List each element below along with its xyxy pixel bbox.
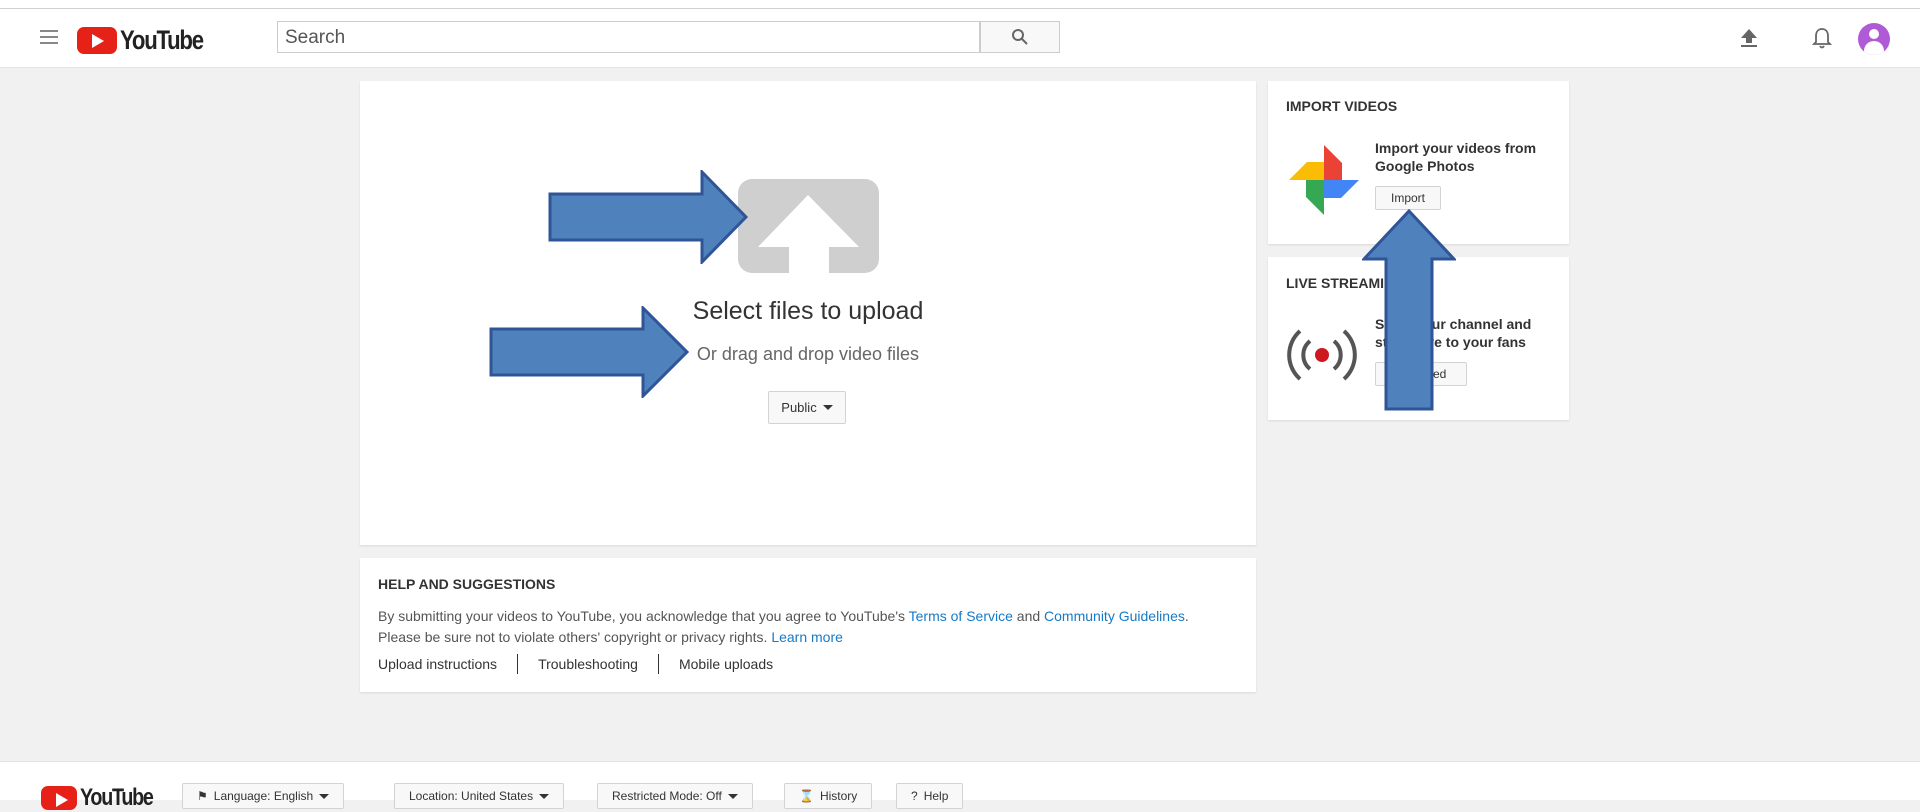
restricted-mode-label: Restricted Mode: Off <box>612 789 722 803</box>
live-broadcast-icon <box>1287 329 1357 381</box>
youtube-logo[interactable]: YouTube <box>77 25 221 56</box>
youtube-play-icon <box>77 27 117 54</box>
help-button[interactable]: ? Help <box>896 783 964 809</box>
annotation-arrow <box>489 306 690 398</box>
history-label: History <box>819 789 858 803</box>
help-label: Help <box>923 789 949 803</box>
help-text-part: and <box>1012 608 1045 624</box>
chevron-down-icon <box>727 793 738 799</box>
top-header: YouTube Search <box>0 9 1920 68</box>
footer: YouTube ⚑ Language: English Location: Un… <box>0 761 1920 811</box>
help-text-part: . <box>1184 608 1189 624</box>
upload-icon[interactable] <box>1734 23 1764 53</box>
help-text: By submitting your videos to YouTube, yo… <box>378 606 1238 648</box>
window-top-border <box>0 0 1920 9</box>
terms-of-service-link[interactable]: Terms of Service <box>909 608 1013 624</box>
troubleshooting-link[interactable]: Troubleshooting <box>538 656 638 672</box>
divider <box>657 654 659 674</box>
logo-text: YouTube <box>120 25 204 55</box>
privacy-dropdown[interactable]: Public <box>768 391 846 424</box>
location-button[interactable]: Location: United States <box>394 783 565 809</box>
hourglass-icon: ⌛ <box>799 789 814 803</box>
annotation-arrow <box>1362 209 1456 411</box>
upload-arrow-icon[interactable] <box>738 179 879 273</box>
upload-instructions-link[interactable]: Upload instructions <box>378 656 497 672</box>
search-icon <box>1012 29 1028 45</box>
import-description: Import your videos from Google Photos <box>1375 140 1537 174</box>
privacy-label: Public <box>781 400 817 415</box>
learn-more-link[interactable]: Learn more <box>771 629 843 645</box>
history-button[interactable]: ⌛ History <box>784 783 873 809</box>
language-button[interactable]: ⚑ Language: English <box>182 783 345 809</box>
footer-logo-text: YouTube <box>80 784 154 811</box>
language-label: Language: English <box>213 789 314 803</box>
footer-logo[interactable]: YouTube <box>41 784 169 812</box>
chevron-down-icon <box>822 405 833 410</box>
search-input[interactable]: Search <box>277 21 980 53</box>
help-links: Upload instructions Troubleshooting Mobi… <box>378 654 773 674</box>
help-text-part: By submitting your videos to YouTube, yo… <box>378 608 909 624</box>
bell-icon[interactable] <box>1807 23 1837 53</box>
language-icon: ⚑ <box>197 789 208 803</box>
avatar[interactable] <box>1858 23 1890 55</box>
annotation-arrow <box>548 170 749 264</box>
restricted-mode-button[interactable]: Restricted Mode: Off <box>597 783 753 809</box>
google-photos-icon <box>1289 145 1359 215</box>
import-button[interactable]: Import <box>1375 186 1441 210</box>
youtube-play-icon <box>41 786 77 810</box>
help-icon: ? <box>911 789 918 803</box>
mobile-uploads-link[interactable]: Mobile uploads <box>679 656 773 672</box>
help-text-part: Please be sure not to violate others' co… <box>378 629 772 645</box>
help-title: HELP AND SUGGESTIONS <box>378 576 556 592</box>
search-button[interactable] <box>980 21 1060 53</box>
hamburger-icon[interactable] <box>40 30 58 44</box>
chevron-down-icon <box>319 793 330 799</box>
location-label: Location: United States <box>409 789 534 803</box>
chevron-down-icon <box>539 793 550 799</box>
community-guidelines-link[interactable]: Community Guidelines <box>1044 608 1185 624</box>
help-panel: HELP AND SUGGESTIONS By submitting your … <box>360 558 1256 692</box>
divider <box>517 654 519 674</box>
import-videos-title: IMPORT VIDEOS <box>1286 98 1398 114</box>
